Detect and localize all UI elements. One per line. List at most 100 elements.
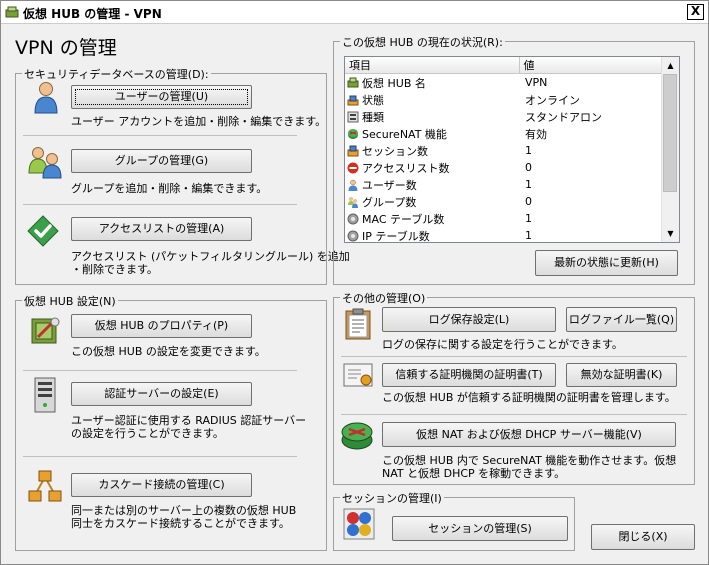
server-icon	[34, 377, 56, 413]
status-item-label: セッション数	[362, 144, 428, 158]
status-row[interactable]: MAC テーブル数 1	[345, 210, 662, 227]
invalid-certificates-button[interactable]: 無効な証明書(K)	[566, 363, 677, 387]
close-button[interactable]: 閉じる(X)	[591, 524, 695, 550]
status-item-cell: 種類	[345, 108, 519, 125]
access-list-description-line2: ・削除できます。	[71, 263, 158, 276]
status-item-label: 状態	[362, 93, 384, 107]
status-item-cell: ユーザー数	[345, 176, 519, 193]
hub-status-label: この仮想 HUB の現在の状況(R):	[340, 34, 505, 50]
divider	[341, 414, 687, 415]
title-bar: 仮想 HUB の管理 - VPN X	[1, 1, 708, 24]
status-value-cell: VPN	[525, 76, 548, 89]
manage-users-button[interactable]: ユーザーの管理(U)	[71, 85, 252, 109]
log-files-button[interactable]: ログファイル一覧(Q)	[566, 307, 677, 332]
column-header-value[interactable]: 値	[519, 57, 663, 74]
cascade-description-line1: 同一または別のサーバー上の複数の仮想 HUB	[71, 504, 297, 517]
manage-sessions-button[interactable]: セッションの管理(S)	[392, 516, 568, 541]
divider	[23, 370, 297, 371]
scroll-down-icon[interactable]: ▼	[662, 225, 679, 242]
checkmark-icon	[27, 215, 59, 247]
user-icon	[34, 82, 58, 114]
router-icon	[341, 422, 373, 450]
manage-access-list-button[interactable]: アクセスリストの管理(A)	[71, 217, 252, 241]
status-row[interactable]: 種類 スタンドアロン	[345, 108, 662, 125]
status-item-label: グループ数	[362, 195, 417, 209]
hub-properties-button[interactable]: 仮想 HUB のプロパティ(P)	[71, 314, 252, 338]
status-item-cell: アクセスリスト数	[345, 159, 519, 176]
status-item-cell: SecureNAT 機能	[345, 125, 519, 142]
status-item-label: MAC テーブル数	[362, 212, 445, 226]
nat-description-line2: NAT と仮想 DHCP を稼動できます。	[382, 467, 566, 480]
router-icon	[347, 128, 362, 141]
divider	[23, 135, 297, 136]
group-icon	[28, 147, 62, 179]
divider	[341, 356, 687, 357]
status-item-label: 仮想 HUB 名	[362, 76, 426, 90]
users-description: ユーザー アカウントを追加・削除・編集できます。	[71, 115, 327, 128]
status-item-cell: MAC テーブル数	[345, 210, 519, 227]
hub-settings-label: 仮想 HUB 設定(N)	[22, 293, 118, 309]
status-row[interactable]: アクセスリスト数 0	[345, 159, 662, 176]
auth-server-description-line2: の設定を行うことができます。	[71, 427, 224, 440]
status-row[interactable]: 仮想 HUB 名 VPN	[345, 74, 662, 92]
status-row[interactable]: セッション数 1	[345, 142, 662, 159]
status-row[interactable]: ユーザー数 1	[345, 176, 662, 193]
other-management-label: その他の管理(O)	[340, 290, 428, 306]
group-icon	[347, 196, 362, 209]
refresh-status-button[interactable]: 最新の状態に更新(H)	[535, 250, 678, 276]
status-item-cell: セッション数	[345, 142, 519, 159]
virtual-nat-dhcp-button[interactable]: 仮想 NAT および仮想 DHCP サーバー機能(V)	[382, 422, 676, 447]
nat-description-line1: この仮想 HUB 内で SecureNAT 機能を動作させます。仮想	[382, 454, 677, 467]
hub-manager-window: 仮想 HUB の管理 - VPN X VPN の管理 セキュリティデータベースの…	[0, 0, 709, 565]
hub-properties-icon	[31, 317, 60, 344]
online-icon	[347, 94, 362, 107]
hub-properties-description: この仮想 HUB の設定を変更できます。	[71, 345, 266, 358]
column-header-item[interactable]: 項目	[345, 57, 520, 74]
status-item-label: 種類	[362, 110, 384, 124]
security-db-label: セキュリティデータベースの管理(D):	[22, 66, 211, 82]
status-item-cell: グループ数	[345, 193, 519, 210]
trusted-ca-certificates-button[interactable]: 信頼する証明機関の証明書(T)	[382, 363, 556, 387]
auth-server-settings-button[interactable]: 認証サーバーの設定(E)	[71, 382, 252, 406]
manage-groups-button[interactable]: グループの管理(G)	[71, 149, 252, 173]
stop-icon	[347, 162, 362, 175]
sessions-icon	[343, 508, 375, 540]
status-item-label: アクセスリスト数	[362, 161, 450, 175]
status-value-cell: 1	[525, 178, 532, 191]
status-value-cell: 0	[525, 161, 532, 174]
close-window-button[interactable]: X	[687, 4, 704, 20]
session-icon	[347, 145, 362, 158]
auth-server-description-line1: ユーザー認証に使用する RADIUS 認証サーバー	[71, 414, 307, 427]
scrollbar-thumb[interactable]	[663, 74, 677, 192]
groups-description: グループを追加・削除・編集できます。	[71, 182, 268, 195]
status-value-cell: 1	[525, 144, 532, 157]
status-value-cell: オンライン	[525, 93, 580, 107]
session-management-label: セッションの管理(I)	[340, 490, 444, 506]
divider	[23, 456, 297, 457]
access-list-description-line1: アクセスリスト (パケットフィルタリングルール) を追加	[71, 250, 350, 263]
type-icon	[347, 111, 362, 124]
status-item-cell: 仮想 HUB 名	[345, 74, 519, 92]
scroll-up-icon[interactable]: ▲	[662, 57, 679, 74]
hub-icon	[5, 6, 19, 18]
status-value-cell: 1	[525, 229, 532, 242]
log-settings-button[interactable]: ログ保存設定(L)	[382, 307, 556, 332]
status-item-label: SecureNAT 機能	[362, 127, 447, 141]
status-row[interactable]: IP テーブル数 1	[345, 227, 662, 243]
gear-icon	[347, 230, 362, 243]
hub-icon	[347, 77, 362, 90]
gear-icon	[347, 213, 362, 226]
status-row[interactable]: SecureNAT 機能 有効	[345, 125, 662, 142]
status-value-cell: 有効	[525, 127, 547, 141]
cascade-description-line2: 同士をカスケード接続することができます。	[71, 517, 290, 530]
status-row[interactable]: グループ数 0	[345, 193, 662, 210]
status-value-cell: スタンドアロン	[525, 110, 602, 124]
status-list[interactable]: 項目 値 仮想 HUB 名 VPN 状態 オンライン 種類 スタンドアロン SecureNA…	[344, 56, 680, 243]
log-description: ログの保存に関する設定を行うことができます。	[382, 338, 623, 351]
cascade-connection-button[interactable]: カスケード接続の管理(C)	[71, 473, 252, 497]
status-item-cell: 状態	[345, 91, 519, 108]
status-item-cell: IP テーブル数	[345, 227, 519, 243]
vertical-scrollbar[interactable]: ▲ ▼	[661, 57, 679, 242]
status-row[interactable]: 状態 オンライン	[345, 91, 662, 108]
status-value-cell: 0	[525, 195, 532, 208]
